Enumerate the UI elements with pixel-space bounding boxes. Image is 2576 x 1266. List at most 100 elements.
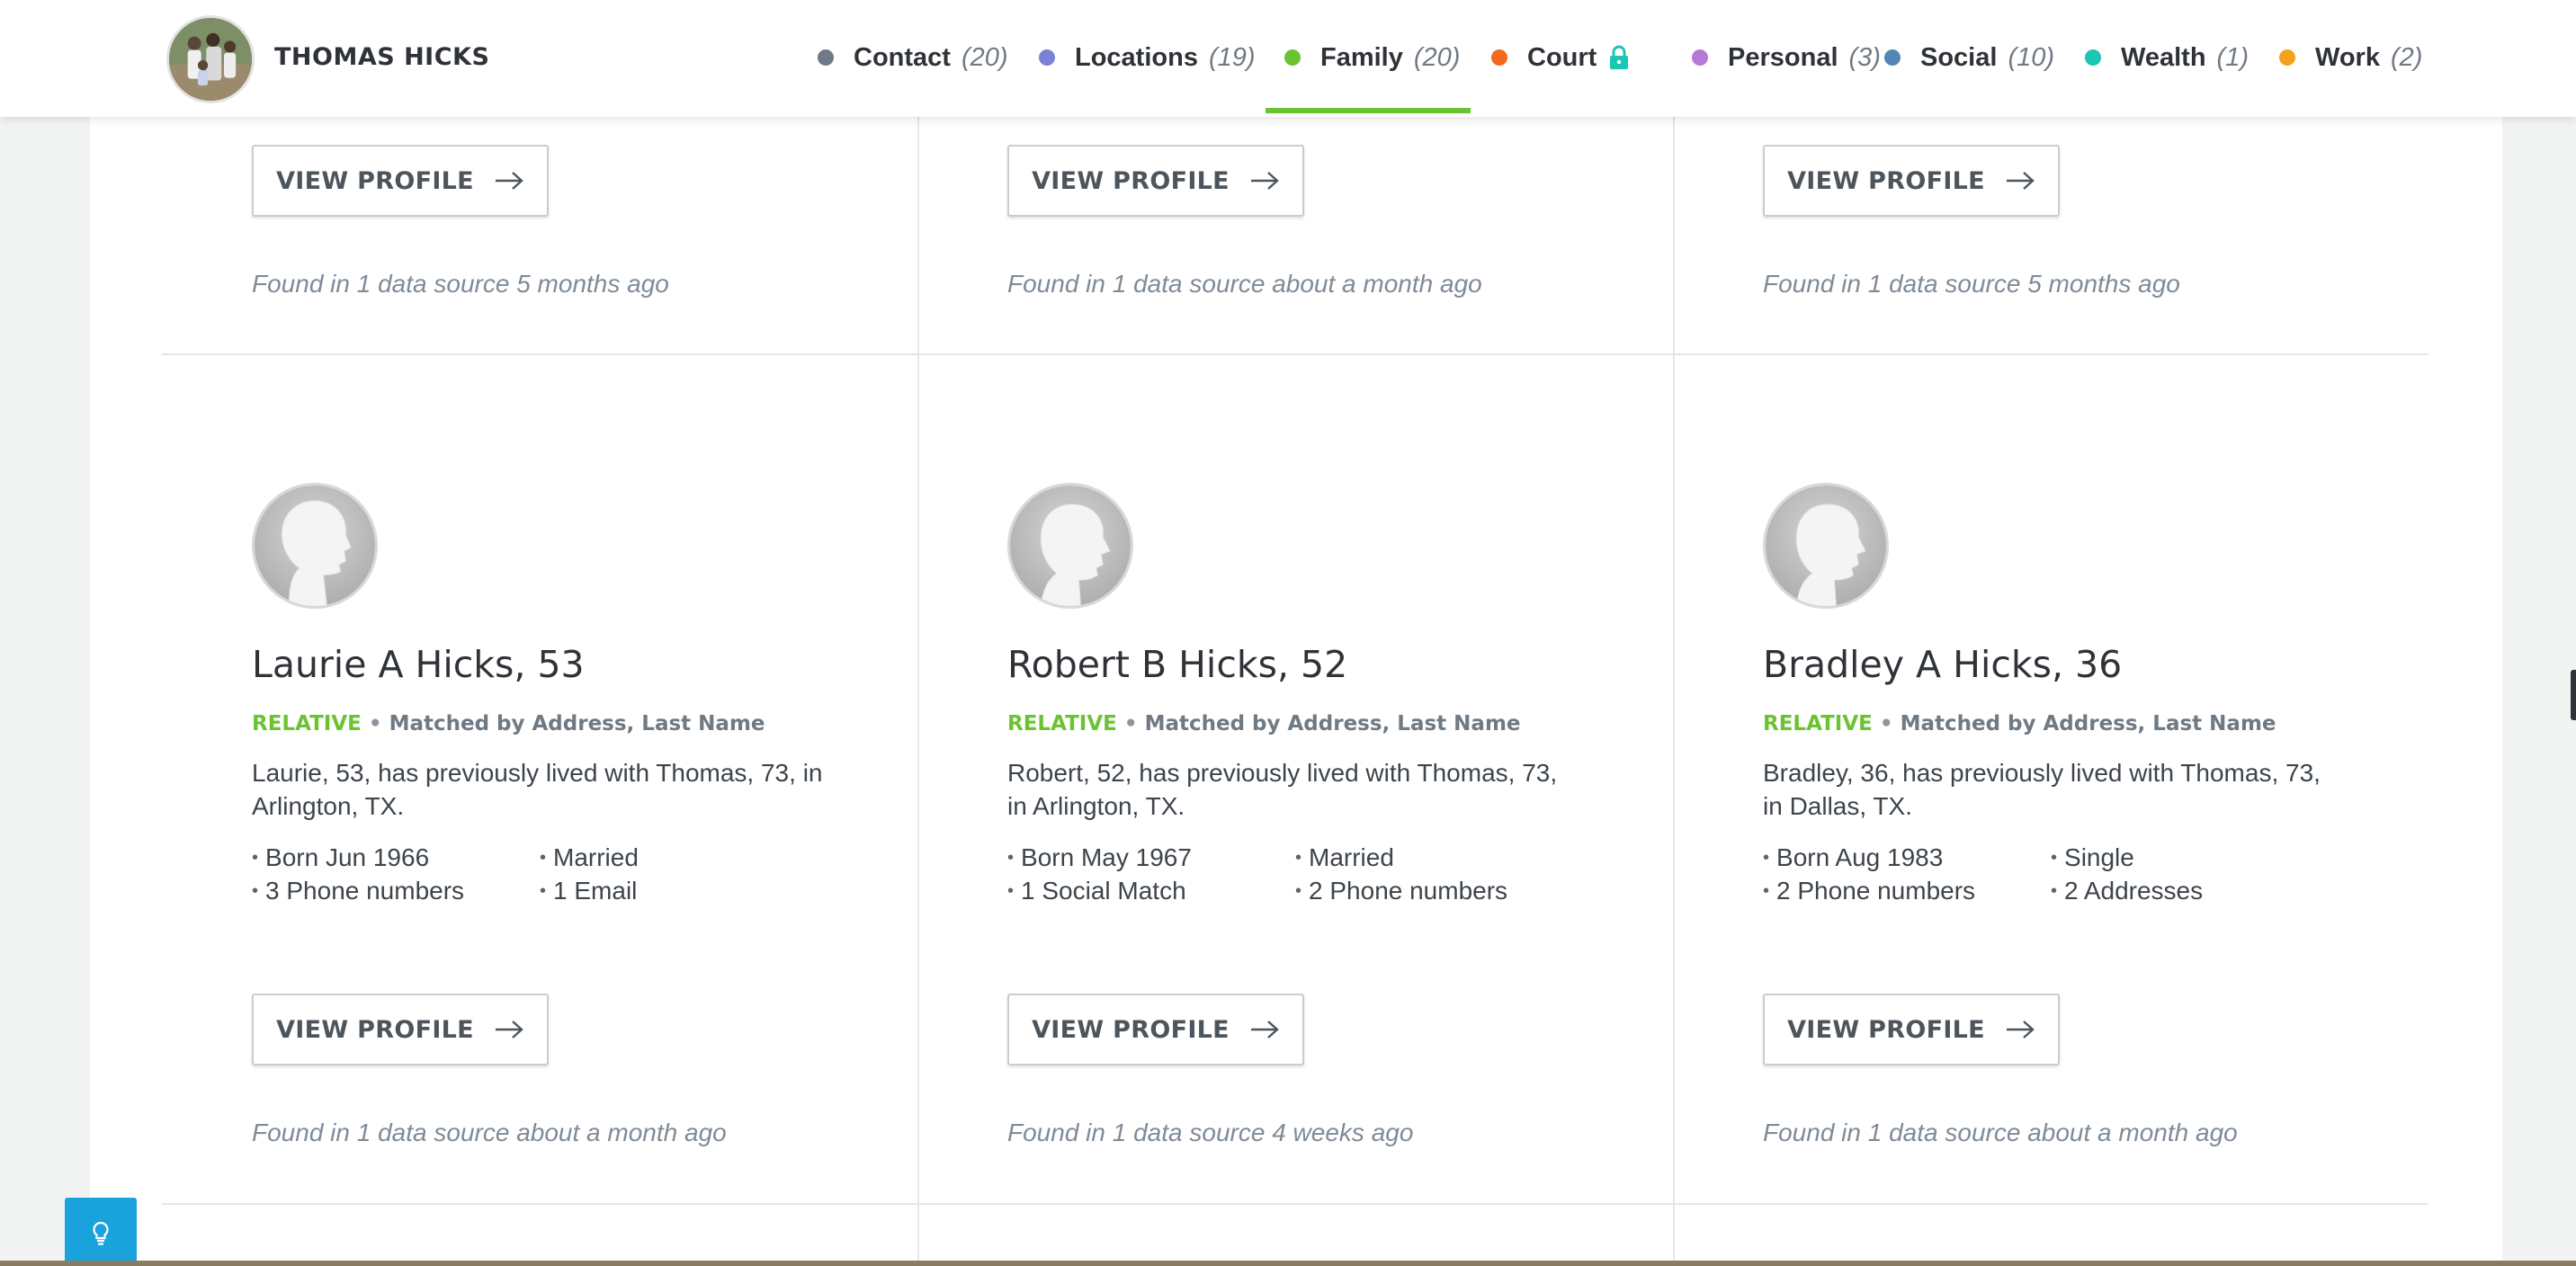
lightbulb-icon (93, 1221, 109, 1245)
arrow-right-icon (495, 1021, 523, 1039)
view-profile-label: VIEW PROFILE (1787, 166, 1985, 195)
person-name[interactable]: Laurie A Hicks, 53 (252, 643, 585, 686)
fact-item: Born Jun 1966 (252, 841, 429, 878)
tab-label: Locations (1075, 42, 1198, 72)
found-in-sources: Found in 1 data source about a month ago (1763, 1119, 2238, 1146)
female-silhouette-icon (252, 483, 378, 609)
tab-count: (19) (1208, 42, 1256, 72)
column-divider (917, 0, 919, 1266)
category-dot (1884, 49, 1901, 66)
person-description: Robert, 52, has previously lived with Th… (1007, 759, 1558, 820)
person-description: Laurie, 53, has previously lived with Th… (252, 759, 823, 820)
view-profile-label: VIEW PROFILE (276, 1015, 474, 1044)
arrow-right-icon (2006, 172, 2035, 190)
top-nav-bar: THOMAS HICKS Contact (20) Locations (19)… (0, 0, 2576, 117)
fact-item: 1 Email (540, 874, 637, 911)
tab-label: Contact (854, 42, 951, 72)
view-profile-button[interactable]: VIEW PROFILE (1763, 145, 2060, 217)
found-in-sources: Found in 1 data source 5 months ago (1763, 270, 2180, 298)
view-profile-label: VIEW PROFILE (1032, 1015, 1230, 1044)
page-bottom-edge (0, 1261, 2576, 1266)
relation-badge: RELATIVE (1007, 712, 1117, 736)
category-dot (1491, 49, 1507, 66)
relation-badge: RELATIVE (252, 712, 362, 736)
fact-item: 3 Phone numbers (252, 874, 464, 911)
view-profile-button[interactable]: VIEW PROFILE (252, 145, 549, 217)
match-info: RELATIVE • Matched by Address, Last Name (1763, 712, 2276, 736)
help-button[interactable] (65, 1198, 137, 1266)
tab-label: Wealth (2121, 42, 2206, 72)
category-dot (1284, 49, 1301, 66)
fact-item: 2 Addresses (2051, 874, 2203, 911)
person-description: Bradley, 36, has previously lived with T… (1763, 759, 2321, 820)
category-dot (2085, 49, 2101, 66)
row-divider (162, 353, 2428, 355)
section-tabs: Contact (20) Locations (19) Family (20) … (0, 0, 2576, 115)
tab-label: Court (1527, 42, 1597, 72)
tab-label: Social (1920, 42, 1998, 72)
tab-label: Personal (1728, 42, 1838, 72)
category-dot (1039, 49, 1055, 66)
separator-dot: • (1879, 712, 1893, 736)
category-dot (1692, 49, 1708, 66)
tab-count: (3) (1848, 42, 1881, 72)
tab-work[interactable]: Work (2) (2279, 0, 2422, 115)
fact-item: 1 Social Match (1007, 874, 1186, 911)
arrow-right-icon (1250, 172, 1279, 190)
tab-social[interactable]: Social (10) (1884, 0, 2054, 115)
category-dot (2279, 49, 2295, 66)
view-profile-button[interactable]: VIEW PROFILE (1007, 994, 1304, 1065)
tab-count: (20) (961, 42, 1008, 72)
fact-item: Married (540, 841, 639, 878)
view-profile-button[interactable]: VIEW PROFILE (1007, 145, 1304, 217)
fact-item: 2 Phone numbers (1295, 874, 1507, 911)
arrow-right-icon (495, 172, 523, 190)
tab-court[interactable]: Court (1491, 0, 1629, 115)
fact-item: Born Aug 1983 (1763, 841, 1943, 878)
match-info: RELATIVE • Matched by Address, Last Name (252, 712, 765, 736)
row-divider (162, 1203, 2428, 1205)
tab-label: Family (1320, 42, 1403, 72)
tab-count: (10) (2008, 42, 2055, 72)
fact-item: Born May 1967 (1007, 841, 1192, 878)
male-silhouette-icon (1007, 483, 1133, 609)
tab-locations[interactable]: Locations (19) (1039, 0, 1256, 115)
tab-count: (1) (2216, 42, 2249, 72)
separator-dot: • (368, 712, 382, 736)
found-in-sources: Found in 1 data source about a month ago (1007, 270, 1482, 298)
arrow-right-icon (1250, 1021, 1279, 1039)
lock-icon (1609, 45, 1629, 70)
view-profile-label: VIEW PROFILE (1032, 166, 1230, 195)
person-name[interactable]: Bradley A Hicks, 36 (1763, 643, 2122, 686)
match-info: RELATIVE • Matched by Address, Last Name (1007, 712, 1521, 736)
person-name[interactable]: Robert B Hicks, 52 (1007, 643, 1347, 686)
fact-item: 2 Phone numbers (1763, 874, 1975, 911)
tab-label: Work (2315, 42, 2380, 72)
view-profile-button[interactable]: VIEW PROFILE (252, 994, 549, 1065)
view-profile-button[interactable]: VIEW PROFILE (1763, 994, 2060, 1065)
active-tab-indicator (1266, 108, 1471, 113)
male-silhouette-icon (1763, 483, 1889, 609)
fact-item: Married (1295, 841, 1394, 878)
tab-personal[interactable]: Personal (3) (1692, 0, 1881, 115)
tab-wealth[interactable]: Wealth (1) (2085, 0, 2249, 115)
tab-contact[interactable]: Contact (20) (818, 0, 1008, 115)
found-in-sources: Found in 1 data source about a month ago (252, 1119, 727, 1146)
arrow-right-icon (2006, 1021, 2035, 1039)
found-in-sources: Found in 1 data source 4 weeks ago (1007, 1119, 1414, 1146)
matched-by: Matched by Address, Last Name (389, 712, 765, 736)
separator-dot: • (1123, 712, 1138, 736)
tab-count: (2) (2390, 42, 2423, 72)
view-profile-label: VIEW PROFILE (1787, 1015, 1985, 1044)
tab-family[interactable]: Family (20) (1284, 0, 1460, 115)
found-in-sources: Found in 1 data source 5 months ago (252, 270, 669, 298)
matched-by: Matched by Address, Last Name (1144, 712, 1521, 736)
results-panel: VIEW PROFILE Found in 1 data source 5 mo… (90, 0, 2502, 1266)
relation-badge: RELATIVE (1763, 712, 1873, 736)
matched-by: Matched by Address, Last Name (1900, 712, 2276, 736)
scrollbar-handle[interactable] (2571, 670, 2576, 720)
fact-item: Single (2051, 841, 2134, 878)
column-divider (1673, 0, 1675, 1266)
tab-count: (20) (1413, 42, 1461, 72)
category-dot (818, 49, 834, 66)
